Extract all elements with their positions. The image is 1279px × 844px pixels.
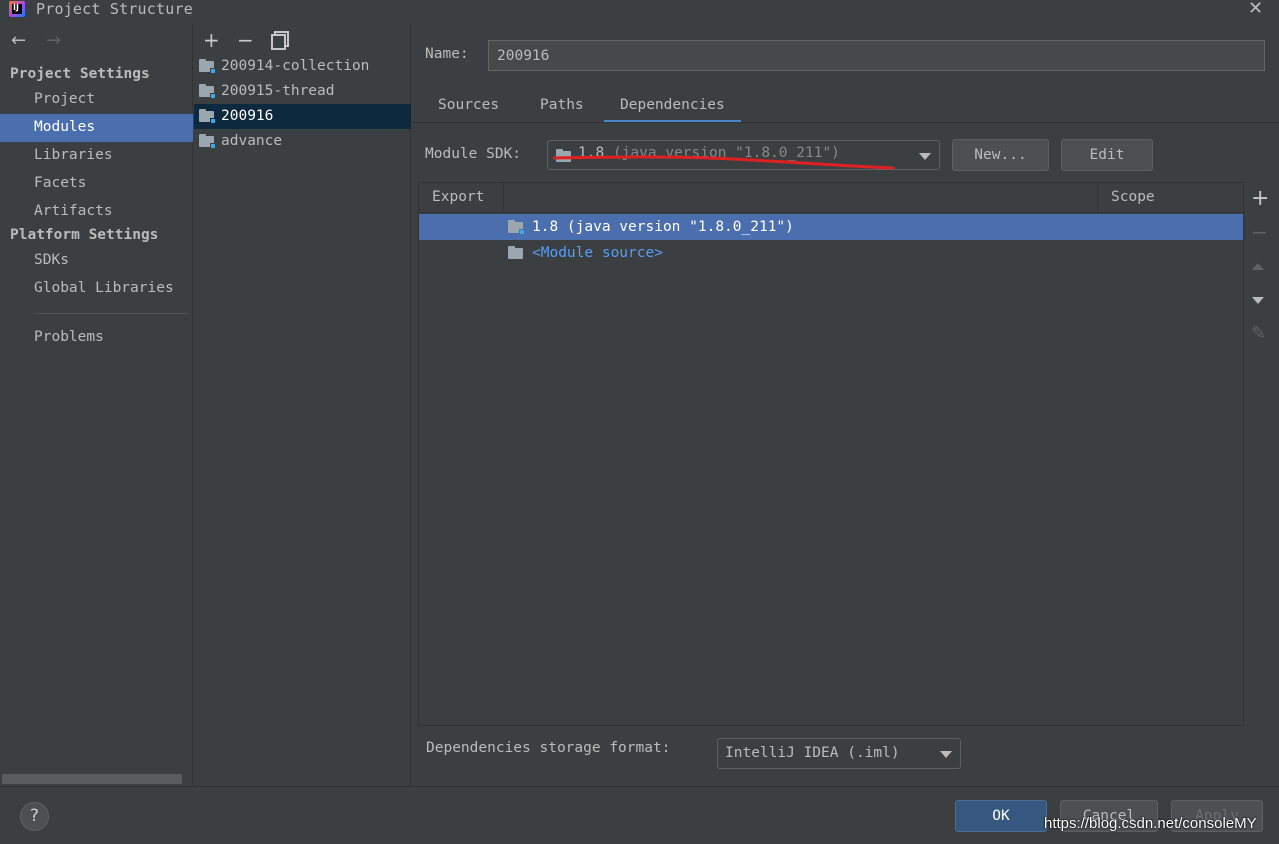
module-folder-icon — [199, 84, 216, 99]
module-item[interactable]: 200915-thread — [194, 79, 411, 104]
watermark-text: https://blog.csdn.net/consoleMY — [1044, 815, 1257, 832]
storage-format-dropdown[interactable]: IntelliJ IDEA (.iml) — [717, 738, 961, 769]
sidebar-item-global-libraries[interactable]: Global Libraries — [0, 275, 193, 303]
forward-arrow-icon[interactable]: → — [46, 30, 61, 51]
intellij-logo-icon: IJ — [9, 1, 25, 17]
window-title: Project Structure — [36, 0, 193, 18]
table-row[interactable]: 1.8 (java version "1.8.0_211") — [419, 214, 1243, 240]
sdk-version-detail: (java version "1.8.0_211") — [612, 145, 840, 161]
move-up-icon[interactable] — [1252, 263, 1264, 270]
column-header-scope[interactable]: Scope — [1111, 189, 1155, 205]
dependency-label: 1.8 (java version "1.8.0_211") — [532, 219, 794, 235]
tab-paths[interactable]: Paths — [524, 95, 600, 123]
dependency-label: <Module source> — [532, 245, 663, 261]
module-item[interactable]: advance — [194, 129, 411, 154]
sidebar-item-libraries[interactable]: Libraries — [0, 142, 193, 170]
close-icon[interactable]: ✕ — [1248, 0, 1263, 19]
module-sdk-label: Module SDK: — [425, 146, 522, 162]
sidebar-item-project[interactable]: Project — [0, 86, 193, 114]
module-sdk-dropdown[interactable]: 1.8 (java version "1.8.0_211") — [547, 140, 940, 170]
module-item-selected[interactable]: 200916 — [194, 104, 411, 129]
tabs-divider — [412, 122, 1279, 123]
project-settings-heading: Project Settings — [10, 66, 150, 82]
storage-format-label: Dependencies storage format: — [426, 740, 671, 756]
sidebar-item-modules[interactable]: Modules — [0, 114, 193, 142]
platform-settings-heading: Platform Settings — [10, 227, 159, 243]
module-name: 200916 — [221, 108, 274, 124]
sidebar-item-artifacts[interactable]: Artifacts — [0, 198, 193, 226]
sidebar-horizontal-scrollbar[interactable] — [2, 774, 182, 784]
module-name: 200915-thread — [221, 83, 335, 99]
module-source-folder-icon — [508, 246, 524, 259]
remove-dependency-icon[interactable]: − — [1251, 220, 1268, 244]
move-down-icon[interactable] — [1252, 297, 1264, 304]
sidebar-item-problems[interactable]: Problems — [0, 324, 193, 352]
module-name: advance — [221, 133, 283, 149]
module-folder-icon — [199, 109, 216, 124]
column-separator — [503, 183, 504, 213]
sidebar-item-facets[interactable]: Facets — [0, 170, 193, 198]
module-name: 200914-collection — [221, 58, 370, 74]
chevron-down-icon — [919, 153, 931, 160]
remove-module-icon[interactable]: − — [237, 28, 254, 52]
tab-dependencies[interactable]: Dependencies — [604, 95, 741, 123]
sdk-folder-icon — [508, 220, 525, 235]
footer-divider — [0, 786, 1279, 787]
module-folder-icon — [199, 59, 216, 74]
back-arrow-icon[interactable]: ← — [11, 30, 26, 51]
add-module-icon[interactable]: + — [203, 28, 220, 52]
edit-dependency-icon[interactable]: ✎ — [1251, 323, 1266, 344]
module-folder-icon — [199, 134, 216, 149]
add-dependency-icon[interactable]: + — [1251, 186, 1269, 211]
module-item[interactable]: 200914-collection — [194, 54, 411, 79]
sdk-version: 1.8 — [578, 145, 605, 161]
column-separator — [1097, 183, 1098, 213]
name-label: Name: — [425, 46, 469, 62]
column-header-export[interactable]: Export — [432, 189, 484, 205]
edit-sdk-button[interactable]: Edit — [1061, 139, 1153, 171]
sdk-folder-icon — [556, 149, 572, 162]
sdk-selected-value: 1.8 (java version "1.8.0_211") — [578, 145, 840, 161]
table-row[interactable]: <Module source> — [419, 240, 1243, 266]
side-toolbar-divider — [1243, 183, 1244, 726]
storage-format-value: IntelliJ IDEA (.iml) — [725, 745, 900, 761]
module-name-field[interactable] — [488, 40, 1265, 71]
ok-button[interactable]: OK — [955, 800, 1047, 832]
copy-module-icon[interactable] — [271, 31, 289, 50]
new-sdk-button[interactable]: New... — [952, 139, 1049, 171]
sidebar-item-sdks[interactable]: SDKs — [0, 247, 193, 275]
sidebar-divider — [34, 313, 188, 314]
chevron-down-icon — [940, 751, 952, 758]
help-button[interactable]: ? — [20, 802, 49, 831]
logo-text: IJ — [13, 3, 19, 12]
tab-sources[interactable]: Sources — [422, 95, 515, 123]
